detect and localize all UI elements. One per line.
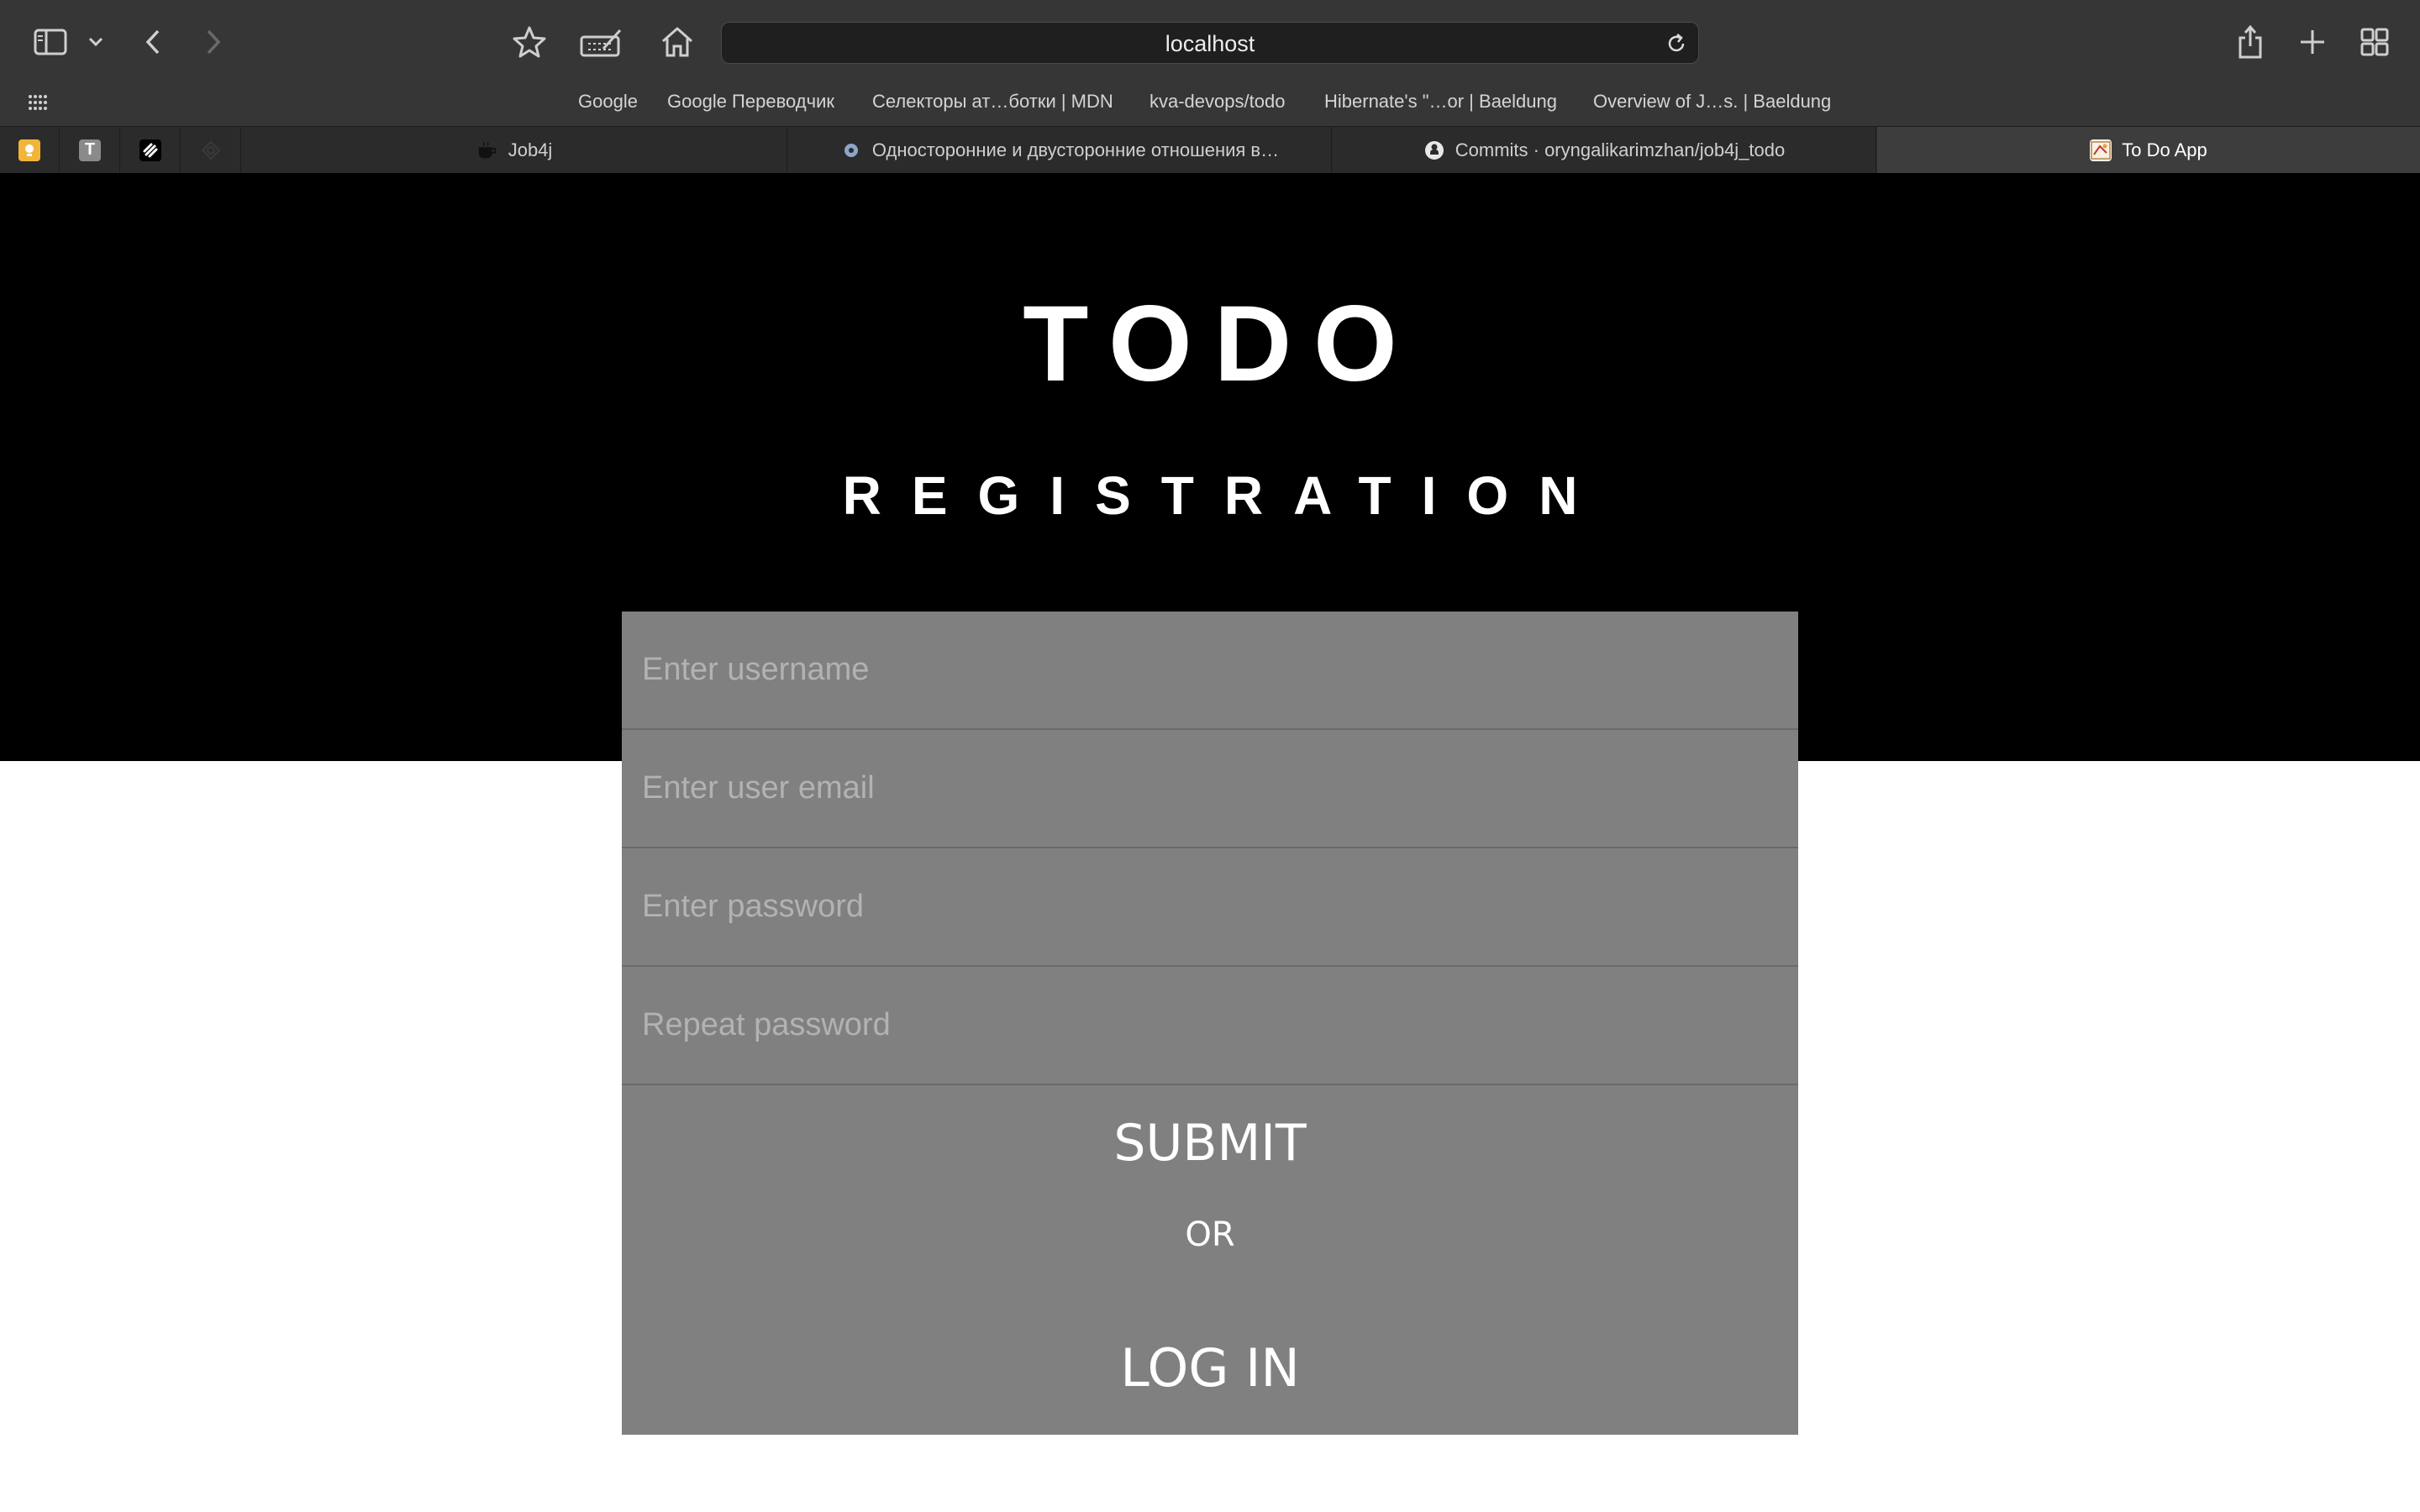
back-icon[interactable]	[138, 25, 168, 59]
or-separator: OR	[1185, 1215, 1235, 1254]
coffee-cup-icon	[476, 139, 498, 161]
tab-todo-app[interactable]: To Do App	[1877, 127, 2420, 173]
forward-icon[interactable]	[198, 25, 229, 59]
bookmark-google-translate[interactable]: Google Переводчик	[667, 87, 834, 116]
pinned-tab-s[interactable]	[121, 127, 181, 173]
pinned-tab-diamond[interactable]	[182, 127, 241, 173]
bookmark-mdn-selectors[interactable]: Селекторы ат…ботки | MDN	[872, 87, 1113, 116]
t-letter-icon: T	[79, 139, 101, 161]
email-input[interactable]	[622, 730, 1798, 847]
tab-bar: T Job4j Односторонние и двусторонние отн…	[0, 126, 2420, 173]
address-text: localhost	[1165, 31, 1255, 56]
reload-icon[interactable]	[1665, 32, 1688, 55]
tab-relations-article[interactable]: Односторонние и двусторонние отношения в…	[788, 127, 1332, 173]
browser-toolbar: localhost	[0, 0, 2420, 87]
plus-icon[interactable]	[2296, 25, 2329, 59]
s-logo-icon	[139, 139, 161, 161]
repeat-password-input[interactable]	[622, 967, 1798, 1084]
reader-icon[interactable]	[580, 25, 623, 59]
chevron-down-icon[interactable]	[84, 30, 108, 54]
tab-label: Односторонние и двусторонние отношения в…	[871, 139, 1280, 160]
pinned-tab-t[interactable]: T	[60, 127, 120, 173]
tab-overview-icon[interactable]	[2358, 25, 2391, 59]
tab-label: Job4j	[508, 139, 553, 160]
gear-icon	[840, 139, 862, 161]
pinned-tab-bulb[interactable]	[0, 127, 60, 173]
page-title: TODO	[1023, 284, 1419, 404]
bookmark-hibernate[interactable]: Hibernate's "…or | Baeldung	[1324, 87, 1557, 116]
username-field-row	[622, 612, 1798, 730]
bookmark-google[interactable]: Google	[578, 87, 638, 116]
login-button[interactable]: LOG IN	[622, 1322, 1798, 1415]
todo-app-icon	[2090, 139, 2112, 161]
password-field-row	[622, 848, 1798, 967]
bookmark-kva-devops[interactable]: kva-devops/todo	[1150, 87, 1285, 116]
home-icon[interactable]	[659, 24, 696, 60]
address-bar[interactable]: localhost	[721, 22, 1699, 64]
bookmarks-bar: Google Google Переводчик Селекторы ат…бо…	[0, 87, 2420, 126]
email-field-row	[622, 730, 1798, 848]
bookmark-overview[interactable]: Overview of J…s. | Baeldung	[1593, 87, 1831, 116]
lightbulb-icon	[18, 139, 40, 161]
star-icon[interactable]	[511, 24, 548, 60]
password-input[interactable]	[622, 848, 1798, 965]
registration-form: SUBMIT OR LOG IN	[622, 612, 1798, 1435]
tab-label: Commits · oryngalikarimzhan/job4j_todo	[1455, 139, 1786, 160]
submit-button[interactable]: SUBMIT	[622, 1097, 1798, 1189]
sidebar-icon[interactable]	[32, 25, 69, 59]
page-subtitle: REGISTRATION	[842, 465, 1608, 526]
tab-job4j[interactable]: Job4j	[242, 127, 787, 173]
repeat-password-field-row	[622, 967, 1798, 1085]
github-icon	[1423, 139, 1445, 161]
share-icon[interactable]	[2235, 22, 2265, 60]
grid-icon[interactable]	[25, 91, 50, 114]
diamond-icon	[200, 139, 222, 161]
tab-label: To Do App	[2122, 139, 2207, 160]
username-input[interactable]	[622, 612, 1798, 728]
tab-github-commits[interactable]: Commits · oryngalikarimzhan/job4j_todo	[1333, 127, 1876, 173]
